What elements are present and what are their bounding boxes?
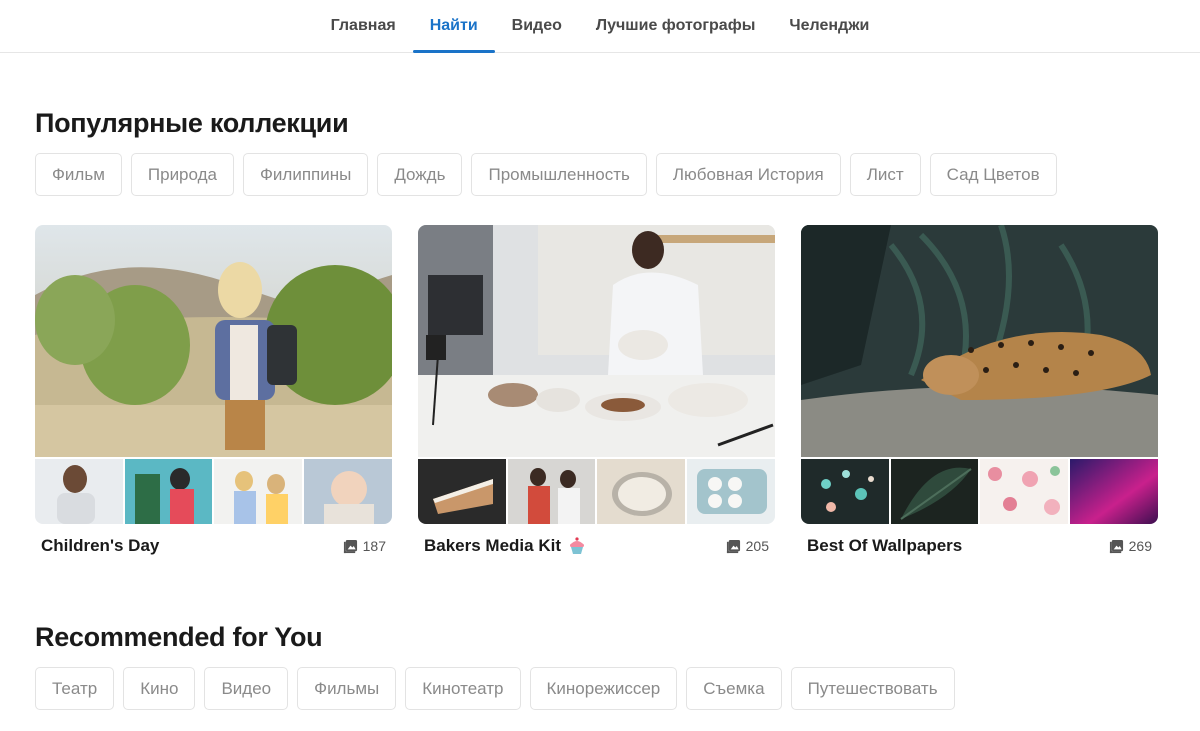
collection-meta: Children's Day 187 <box>35 524 392 556</box>
photo-icon <box>343 539 357 553</box>
collections-grid: Children's Day 187 Bakers Media Kit 205 … <box>35 225 1165 556</box>
tag-chip[interactable]: Природа <box>130 153 234 196</box>
tag-chip[interactable]: Кинотеатр <box>405 667 521 710</box>
collection-name[interactable]: Bakers Media Kit <box>424 536 587 556</box>
collection-thumbnail[interactable] <box>686 459 775 524</box>
tag-chip[interactable]: Театр <box>35 667 115 710</box>
collection-thumbnail[interactable] <box>801 459 889 524</box>
popular-tags: Фильм Природа Филиппины Дождь Промышленн… <box>35 153 1165 196</box>
collection-count: 269 <box>1109 538 1152 554</box>
tag-chip[interactable]: Путешествовать <box>790 667 955 710</box>
collection-cover-image[interactable] <box>418 225 775 457</box>
tag-chip[interactable]: Любовная История <box>655 153 841 196</box>
tab-videos[interactable]: Видео <box>495 0 579 52</box>
tag-chip[interactable]: Кинорежиссер <box>529 667 678 710</box>
tag-chip[interactable]: Съемка <box>686 667 782 710</box>
top-navigation: Главная Найти Видео Лучшие фотографы Чел… <box>0 0 1200 53</box>
collection-thumbnail[interactable] <box>35 459 123 524</box>
collection-thumbnail[interactable] <box>507 459 595 524</box>
photo-icon <box>726 539 740 553</box>
tab-top-photographers[interactable]: Лучшие фотографы <box>579 0 773 52</box>
tag-chip[interactable]: Сад Цветов <box>929 153 1057 196</box>
collection-count-value: 269 <box>1128 538 1152 554</box>
collection-cover-image[interactable] <box>35 225 392 457</box>
tag-chip[interactable]: Видео <box>204 667 289 710</box>
collection-thumbnail[interactable] <box>980 459 1068 524</box>
tag-chip[interactable]: Промышленность <box>471 153 647 196</box>
tag-chip[interactable]: Кино <box>123 667 196 710</box>
collection-thumbnail[interactable] <box>1069 459 1158 524</box>
tab-home[interactable]: Главная <box>314 0 413 52</box>
collection-meta: Best Of Wallpapers 269 <box>801 524 1158 556</box>
collection-card[interactable]: Children's Day 187 <box>35 225 392 556</box>
collection-thumbnail[interactable] <box>597 459 685 524</box>
collection-name[interactable]: Children's Day <box>41 536 159 556</box>
tag-chip[interactable]: Филиппины <box>242 153 369 196</box>
collection-thumbnails <box>801 459 1158 524</box>
tab-challenges[interactable]: Челенджи <box>772 0 886 52</box>
collection-count: 187 <box>343 538 386 554</box>
recommended-tags: Театр Кино Видео Фильмы Кинотеатр Киноре… <box>35 667 1165 710</box>
collection-thumbnail[interactable] <box>303 459 392 524</box>
cupcake-icon <box>570 537 584 554</box>
collection-thumbnail[interactable] <box>890 459 978 524</box>
collection-cover-image[interactable] <box>801 225 1158 457</box>
collection-name[interactable]: Best Of Wallpapers <box>807 536 962 556</box>
tag-chip[interactable]: Фильм <box>35 153 122 196</box>
collection-count: 205 <box>726 538 769 554</box>
tab-explore[interactable]: Найти <box>412 0 495 53</box>
tag-chip[interactable]: Фильмы <box>297 667 397 710</box>
collection-thumbnail[interactable] <box>124 459 212 524</box>
collection-card[interactable]: Bakers Media Kit 205 <box>418 225 775 556</box>
recommended-title: Recommended for You <box>35 622 323 652</box>
recommended-section: Recommended for You Театр Кино Видео Фил… <box>0 622 1200 710</box>
collection-name-text: Bakers Media Kit <box>424 536 561 555</box>
popular-collections-title: Популярные коллекции <box>35 108 349 138</box>
collection-thumbnail[interactable] <box>418 459 506 524</box>
collection-card[interactable]: Best Of Wallpapers 269 <box>801 225 1158 556</box>
photo-icon <box>1109 539 1123 553</box>
collection-thumbnails <box>418 459 775 524</box>
collection-count-value: 187 <box>362 538 386 554</box>
collection-meta: Bakers Media Kit 205 <box>418 524 775 556</box>
collection-count-value: 205 <box>745 538 769 554</box>
tag-chip[interactable]: Дождь <box>377 153 463 196</box>
popular-collections-section: Популярные коллекции Фильм Природа Филип… <box>0 108 1200 556</box>
collection-thumbnail[interactable] <box>214 459 302 524</box>
collection-thumbnails <box>35 459 392 524</box>
tag-chip[interactable]: Лист <box>849 153 921 196</box>
